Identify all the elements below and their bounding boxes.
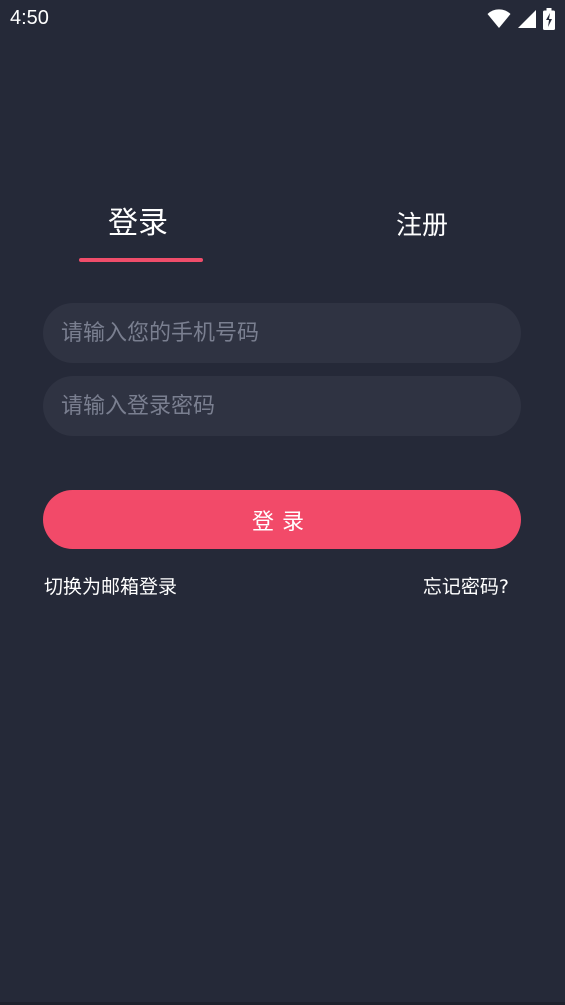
battery-charging-icon <box>543 8 555 34</box>
wifi-icon <box>487 9 511 33</box>
tab-active-indicator <box>79 258 203 262</box>
phone-input[interactable] <box>43 303 521 363</box>
login-button[interactable]: 登录 <box>43 490 521 549</box>
tab-login[interactable]: 登录 <box>108 204 168 244</box>
switch-email-login-link[interactable]: 切换为邮箱登录 <box>44 572 177 599</box>
password-input-container <box>43 376 521 436</box>
forgot-password-link[interactable]: 忘记密码? <box>423 572 509 599</box>
status-bar: 4:50 <box>0 0 565 38</box>
password-input[interactable] <box>43 376 521 436</box>
phone-input-container <box>43 303 521 363</box>
status-icons <box>487 8 555 34</box>
status-time: 4:50 <box>10 7 49 29</box>
signal-icon <box>517 9 537 33</box>
tab-register[interactable]: 注册 <box>396 206 448 246</box>
